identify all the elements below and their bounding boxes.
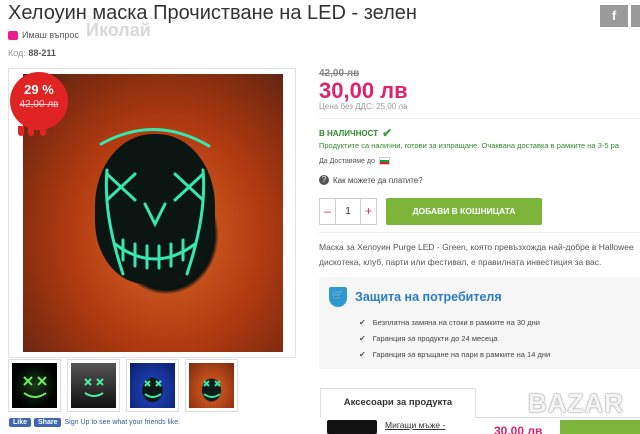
protection-item-label: Гаранция за продукти до 24 месеца (372, 334, 498, 343)
badge-drip (40, 128, 46, 136)
product-code-value: 88-211 (28, 48, 56, 58)
availability-text: Продуктите са налични, готови за изпраща… (319, 141, 619, 150)
badge-drip (28, 122, 34, 136)
product-description: Маска за Хелоуин Purge LED - Green, коят… (319, 240, 640, 270)
bazar-watermark: BAZAR (528, 388, 624, 418)
gallery-thumbnail[interactable] (126, 359, 179, 412)
shield-cart-icon: 🛒 (329, 287, 347, 307)
facebook-like-widget: Like Share Sign Up to see what your frie… (9, 418, 180, 427)
description-line: дискотека, клуб, парти или фестивал, е п… (319, 257, 602, 267)
accessory-name-link[interactable]: Мигащи мъже - (385, 420, 445, 430)
ask-question-label: Имаш въпрос (22, 30, 79, 40)
bulgaria-flag-icon (378, 157, 390, 165)
divider (319, 118, 640, 119)
how-to-pay-label: Как можете да платите? (333, 175, 423, 185)
facebook-like-button[interactable]: Like (9, 418, 32, 427)
discount-badge: 29 % 42,00 лв (10, 72, 68, 136)
badge-old-price: 42,00 лв (19, 99, 59, 110)
accessory-price: 30,00 лв (494, 424, 543, 434)
protection-item-label: Безплатна замяна на стоки в рамките на 3… (372, 318, 540, 327)
thumbnail-image (12, 363, 57, 408)
thumbnail-image (71, 363, 116, 408)
protection-item: ✔ Гаранция за продукти до 24 месеца (359, 334, 498, 343)
check-icon: ✔ (359, 350, 366, 359)
discount-percent: 29 % (24, 82, 54, 97)
product-code: Код: 88-211 (8, 48, 56, 58)
availability-status: В НАЛИЧНОСТ ✔ (319, 126, 392, 140)
check-icon: ✔ (359, 318, 366, 327)
facebook-share-button-small[interactable]: Share (34, 418, 62, 427)
availability-label: В НАЛИЧНОСТ (319, 128, 379, 138)
thumbnail-mask-glow (203, 380, 221, 398)
chat-bubble-icon (8, 30, 18, 40)
quantity-stepper: – 1 + (319, 198, 377, 225)
accessory-add-button[interactable] (560, 420, 640, 434)
delivery-label: Да Доставяме до (319, 157, 375, 165)
check-icon: ✔ (359, 334, 366, 343)
thumbnail-image (189, 363, 234, 408)
gallery-thumbnail[interactable] (67, 359, 120, 412)
protection-item: ✔ Безплатна замяна на стоки в рамките на… (359, 318, 540, 327)
accessory-thumbnail[interactable] (327, 420, 377, 434)
delivery-info: Да Доставяме до (319, 157, 390, 165)
divider (319, 232, 640, 233)
protection-item-label: Гаранция за връщане на пари в рамките на… (372, 350, 551, 359)
protection-item: ✔ Гаранция за връщане на пари в рамките … (359, 350, 550, 359)
consumer-protection-box: 🛒 Защита на потребителя ✔ Безплатна замя… (319, 277, 640, 369)
price-without-vat: Цена без ДДС: 25,00 лв (319, 102, 408, 111)
facebook-share-button[interactable]: f (600, 5, 628, 27)
quantity-input[interactable]: 1 (336, 198, 360, 225)
twitter-share-button[interactable] (631, 5, 640, 27)
gallery-thumbnail[interactable] (8, 359, 61, 412)
quantity-increase-button[interactable]: + (360, 198, 377, 225)
tab-accessories[interactable]: Аксесоари за продукта (320, 388, 476, 418)
thumbnail-mask-glow (144, 380, 162, 398)
thumbnail-image (130, 363, 175, 408)
description-line: Маска за Хелоуин Purge LED - Green, коят… (319, 242, 634, 252)
gallery-thumbnail[interactable] (185, 359, 238, 412)
how-to-pay-link[interactable]: ? Как можете да платите? (319, 175, 423, 185)
current-price: 30,00 лв (319, 78, 408, 103)
facebook-like-text: Sign Up to see what your friends like. (64, 419, 181, 426)
quantity-decrease-button[interactable]: – (319, 198, 336, 225)
ask-question-link[interactable]: Имаш въпрос (8, 30, 79, 40)
product-code-label: Код: (8, 48, 26, 58)
question-icon: ? (319, 175, 329, 185)
checkmark-icon: ✔ (382, 126, 393, 140)
title-ghost-text: Иколай (86, 20, 151, 40)
thumbnail-mask-glow (23, 376, 47, 398)
protection-title: Защита на потребителя (355, 290, 502, 304)
badge-drip (18, 126, 24, 136)
thumbnail-mask-glow (84, 378, 104, 397)
product-title: Хелоуин маска Прочистване на LED - зелен (8, 2, 417, 24)
add-to-cart-button[interactable]: ДОБАВИ В КОШНИЦАТА (386, 198, 542, 225)
